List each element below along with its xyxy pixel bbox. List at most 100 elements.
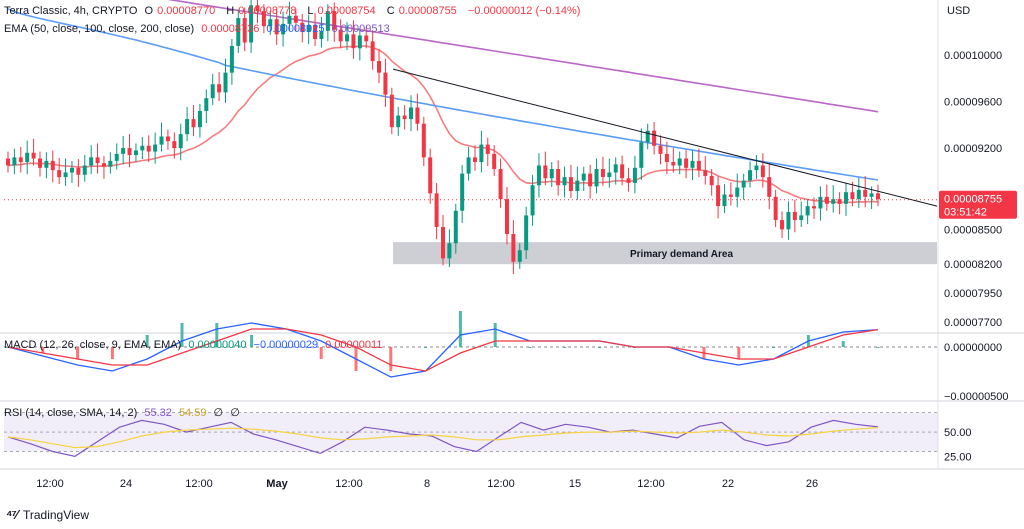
candle-body xyxy=(12,157,17,166)
candle-body xyxy=(709,175,714,186)
price-tick-label: 0.00007950 xyxy=(944,288,1002,300)
macd-tick-label: −0.00000500 xyxy=(944,391,1009,403)
candle-body xyxy=(357,35,362,49)
candle-body xyxy=(133,150,138,156)
trendline-line xyxy=(392,68,938,207)
candle-body xyxy=(728,194,733,197)
candle-body xyxy=(460,173,465,211)
candle-body xyxy=(664,153,669,163)
candle-body xyxy=(63,172,68,178)
candle-body xyxy=(95,157,100,164)
macd-histogram-bar xyxy=(528,347,532,348)
candle-body xyxy=(229,45,234,73)
rsi-tick-label: 25.00 xyxy=(944,451,972,463)
candle-body xyxy=(856,189,861,200)
candle-body xyxy=(837,199,842,204)
time-tick-label: 24 xyxy=(120,478,132,490)
macd-histogram-bar xyxy=(389,347,393,371)
rsi-legend: RSI (14, close, SMA, 14, 2) 55.32 54.59 … xyxy=(4,406,244,420)
candle-body xyxy=(504,199,509,234)
candle-body xyxy=(159,136,164,145)
price-tick-label: 0.00007700 xyxy=(944,317,1002,329)
candle-body xyxy=(831,199,836,204)
candle-body xyxy=(767,177,772,197)
candle-body xyxy=(351,34,356,49)
open-label: O xyxy=(144,5,154,17)
rsi-label[interactable]: RSI (14, close, SMA, 14, 2) xyxy=(4,407,137,419)
rsi-tick-label: 50.00 xyxy=(944,427,972,439)
candle-body xyxy=(172,141,177,149)
candle-body xyxy=(562,177,567,186)
symbol-label[interactable]: Terra Classic, 4h, CRYPTO xyxy=(4,5,137,17)
time-tick-label: 8 xyxy=(424,478,430,490)
candle-body xyxy=(479,144,484,163)
macd-pane: 0.00000000 −0.00000500 xyxy=(4,311,1009,403)
open-value: 0.00008770 xyxy=(157,5,216,17)
macd-tick-label: 0.00000000 xyxy=(944,342,1002,354)
candle-body xyxy=(613,164,618,173)
candle-body xyxy=(153,144,158,152)
candle-body xyxy=(6,158,10,166)
macd-histogram-bar xyxy=(493,323,497,347)
brand-name[interactable]: TradingView xyxy=(23,508,89,522)
candle-body xyxy=(377,61,382,73)
demand-zone-label: Primary demand Area xyxy=(630,249,733,260)
candle-body xyxy=(760,165,765,178)
candle-body xyxy=(780,220,785,230)
time-tick-label: 26 xyxy=(806,478,818,490)
candle-body xyxy=(607,172,612,178)
rsi-pane: 50.00 25.00 xyxy=(4,412,972,463)
candle-body xyxy=(217,84,222,93)
close-value: 0.00008755 xyxy=(398,5,457,17)
candle-body xyxy=(197,110,202,128)
macd-label[interactable]: MACD (12, 26, close, 9, EMA, EMA) xyxy=(4,339,181,351)
time-tick-label: 12:00 xyxy=(335,478,363,490)
candle-body xyxy=(389,94,394,128)
candle-body xyxy=(204,98,209,111)
time-tick-label: 22 xyxy=(722,478,734,490)
macd-histogram-bar xyxy=(737,347,741,359)
candle-body xyxy=(735,187,740,197)
high-label: H xyxy=(226,5,235,17)
ema200-value: 0.00009513 xyxy=(331,23,390,35)
candle-body xyxy=(812,206,817,209)
candle-body xyxy=(741,180,746,188)
candle-body xyxy=(696,160,701,171)
rsi-ma-value: 54.59 xyxy=(178,407,207,419)
candle-body xyxy=(658,145,663,154)
price-tick-label: 0.00008500 xyxy=(944,224,1002,236)
candle-body xyxy=(511,233,516,262)
candle-body xyxy=(575,180,580,192)
candle-body xyxy=(121,148,126,154)
candle-body xyxy=(530,185,535,216)
time-tick-label: 12:00 xyxy=(36,478,64,490)
candle-body xyxy=(485,144,490,154)
ema-label[interactable]: EMA (50, close, 100, close, 200, close) xyxy=(4,23,194,35)
symbol-legend: Terra Classic, 4h, CRYPTO O 0.00008770 H0… xyxy=(4,4,584,18)
price-chart-canvas[interactable]: Primary demand Area 0.0000875503:51:42 0… xyxy=(0,0,1024,529)
candle-body xyxy=(146,145,151,152)
macd-histogram-bar xyxy=(772,347,776,348)
high-value: 0.00008778 xyxy=(238,5,297,17)
candle-body xyxy=(415,107,420,124)
candle-body xyxy=(600,168,605,178)
time-tick-label: 15 xyxy=(569,478,581,490)
trendline xyxy=(392,68,938,207)
candle-body xyxy=(652,130,657,146)
candle-body xyxy=(434,193,439,228)
candle-body xyxy=(620,164,625,179)
candle-body xyxy=(82,165,87,175)
candle-body xyxy=(466,157,471,174)
macd-histogram-bar xyxy=(458,311,462,347)
candle-body xyxy=(568,177,573,192)
tradingview-logo-icon[interactable]: ⁴⁷⁄ xyxy=(6,507,18,522)
candle-body xyxy=(792,211,797,221)
candle-body xyxy=(690,160,695,168)
candle-body xyxy=(850,192,855,200)
macd-histogram-bar xyxy=(876,347,880,348)
candle-body xyxy=(748,170,753,181)
candle-body xyxy=(684,158,689,168)
candle-body xyxy=(402,115,407,120)
candle-body xyxy=(37,158,42,168)
candle-body xyxy=(409,107,414,120)
